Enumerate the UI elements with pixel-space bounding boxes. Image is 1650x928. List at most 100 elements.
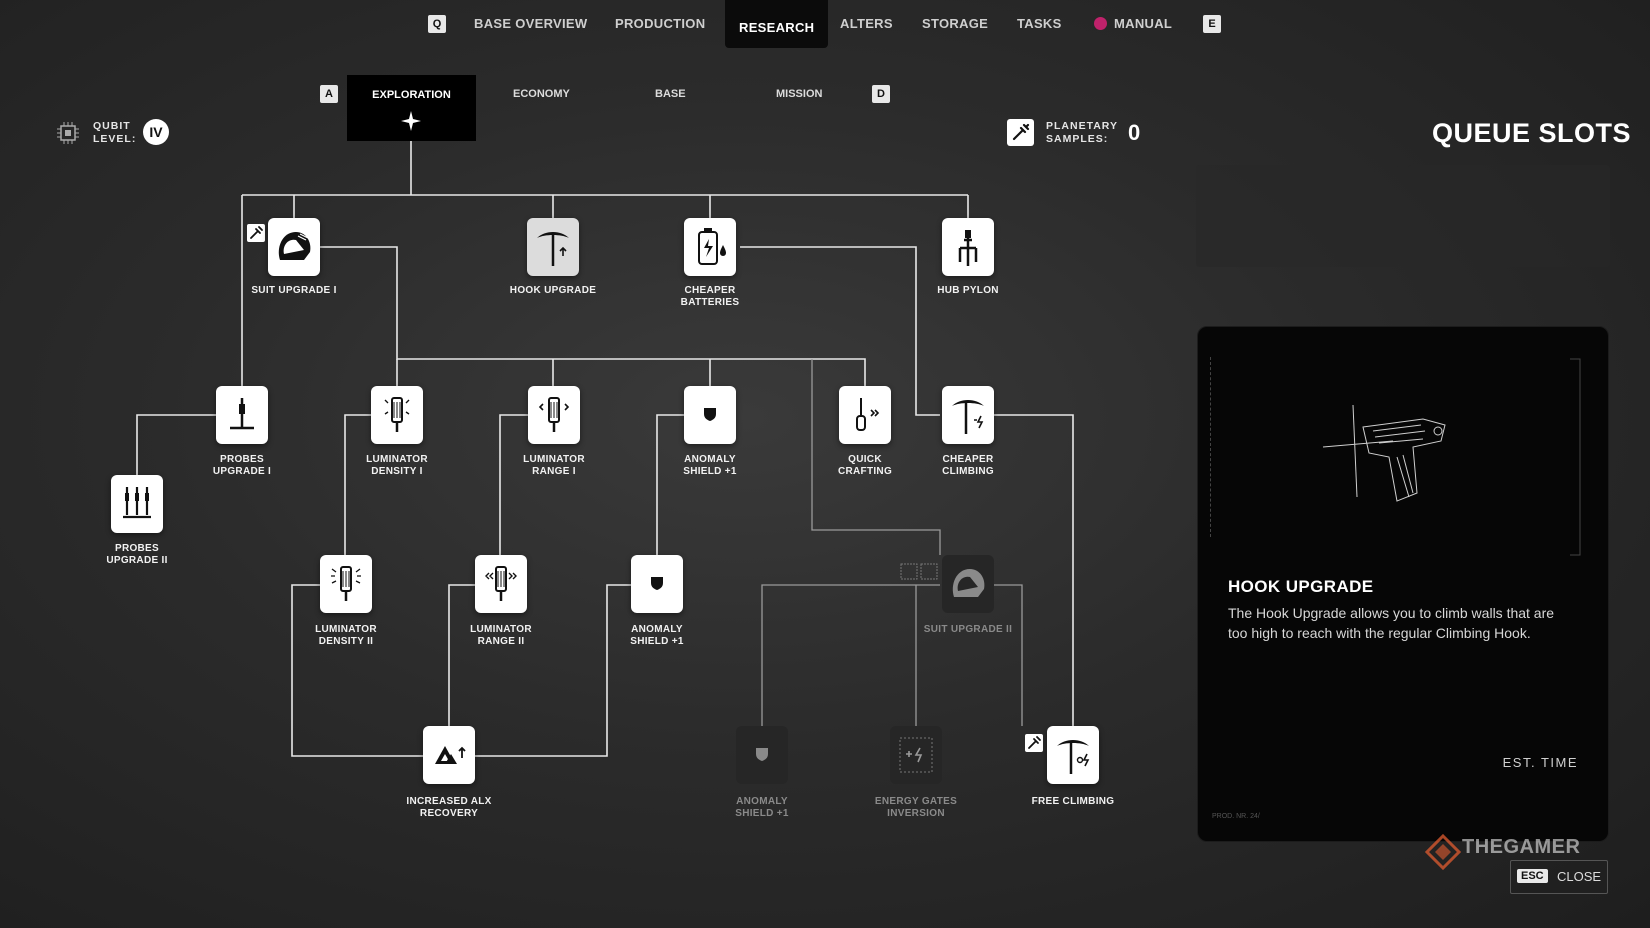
watermark-text: THEGAMER: [1462, 836, 1581, 858]
node-label-line1: ANOMALY: [736, 796, 788, 807]
research-node-hook-upgrade[interactable]: [527, 218, 579, 276]
research-node-quick-crafting[interactable]: [839, 386, 891, 444]
node-label-line2: RANGE I: [532, 466, 576, 477]
node-label-line1: LUMINATOR: [366, 454, 428, 465]
node-label-luminator-range-2: LUMINATOR RANGE II: [436, 624, 566, 648]
node-label-anomaly-shield-2: ANOMALY SHIELD +1: [592, 624, 722, 648]
node-label-cheaper-batteries: CHEAPER BATTERIES: [645, 285, 775, 309]
research-node-anomaly-shield-3[interactable]: [736, 726, 788, 784]
close-button[interactable]: ESC CLOSE: [1510, 860, 1608, 894]
node-label-line1: HUB PYLON: [937, 285, 999, 296]
node-label-line2: CLIMBING: [942, 466, 994, 477]
alx-recovery-icon: [435, 746, 466, 764]
node-label-line2: SHIELD +1: [735, 808, 789, 819]
node-label-line1: CHEAPER: [942, 454, 994, 465]
node-label-line1: CHEAPER: [684, 285, 736, 296]
est-time-label: EST. TIME: [1502, 755, 1578, 770]
node-label-line2: DENSITY II: [318, 636, 374, 647]
node-label-probes-upgrade-2: PROBES UPGRADE II: [72, 543, 202, 567]
research-node-probes-upgrade-1[interactable]: [216, 386, 268, 444]
node-label-suit-upgrade-2: SUIT UPGRADE II: [903, 624, 1033, 636]
node-label-luminator-density-2: LUMINATOR DENSITY II: [281, 624, 411, 648]
panel-bracket-decoration: [1570, 358, 1581, 556]
node-label-free-climbing: FREE CLIMBING: [1008, 796, 1138, 808]
node-label-line2: DENSITY I: [371, 466, 423, 477]
shield-icon: [704, 408, 716, 421]
node-label-increased-alx-recovery: INCREASED ALX RECOVERY: [384, 796, 514, 820]
node-label-line1: LUMINATOR: [315, 624, 377, 635]
node-label-line2: RANGE II: [477, 636, 525, 647]
pylon-icon: [958, 230, 978, 266]
research-node-luminator-range-2[interactable]: [475, 555, 527, 613]
probes-multi-icon: [123, 487, 151, 519]
research-detail-panel: HOOK UPGRADE The Hook Upgrade allows you…: [1197, 326, 1609, 842]
pickaxe-icon: [1057, 740, 1090, 774]
pickaxe-icon: [952, 400, 984, 434]
node-label-probes-upgrade-1: PROBES UPGRADE I: [177, 454, 307, 478]
research-node-luminator-density-1[interactable]: [371, 386, 423, 444]
sample-cost-badge: [1025, 734, 1043, 752]
node-label-line1: LUMINATOR: [470, 624, 532, 635]
node-label-line1: LUMINATOR: [523, 454, 585, 465]
node-label-line2: UPGRADE I: [212, 466, 272, 477]
battery-icon: [698, 228, 726, 265]
detail-title: HOOK UPGRADE: [1228, 577, 1374, 596]
node-label-line2: UPGRADE II: [106, 555, 168, 566]
research-node-cheaper-batteries[interactable]: [684, 218, 736, 276]
shield-icon: [756, 748, 768, 761]
queue-slots-title: QUEUE SLOTS: [1432, 118, 1632, 148]
research-node-probes-upgrade-2[interactable]: [111, 475, 163, 533]
esc-key: ESC: [1517, 869, 1548, 883]
syringe-icon: [250, 226, 263, 239]
node-label-line1: ENERGY GATES: [874, 796, 958, 807]
node-label-line2: BATTERIES: [680, 297, 740, 308]
node-label-cheaper-climbing: CHEAPER CLIMBING: [903, 454, 1033, 478]
research-node-suit-upgrade-1[interactable]: [268, 218, 320, 276]
queue-slot-2[interactable]: [1408, 165, 1610, 267]
research-node-luminator-range-1[interactable]: [528, 386, 580, 444]
detail-description: The Hook Upgrade allows you to climb wal…: [1228, 605, 1555, 641]
close-label: CLOSE: [1557, 869, 1602, 884]
research-node-suit-upgrade-2[interactable]: [942, 555, 994, 613]
node-label-line1: INCREASED ALX: [406, 796, 492, 807]
luminator-icon: [331, 566, 361, 601]
empty-sample-slots-icon: [900, 563, 938, 580]
research-node-hub-pylon[interactable]: [942, 218, 994, 276]
screwdriver-icon: [856, 398, 880, 431]
node-label-luminator-density-1: LUMINATOR DENSITY I: [332, 454, 462, 478]
node-label-luminator-range-1: LUMINATOR RANGE I: [489, 454, 619, 478]
hook-gun-icon: [1322, 404, 1446, 502]
node-label-hook-upgrade: HOOK UPGRADE: [488, 285, 618, 297]
node-label-line1: SUIT UPGRADE II: [923, 624, 1013, 635]
panel-side-decoration: [1210, 357, 1221, 537]
research-node-anomaly-shield-2[interactable]: [631, 555, 683, 613]
node-label-line1: FREE CLIMBING: [1031, 796, 1115, 807]
node-label-energy-gates-inversion: ENERGY GATES INVERSION: [851, 796, 981, 820]
node-label-line2: SHIELD +1: [683, 466, 737, 477]
luminator-icon: [384, 397, 410, 432]
probe-icon: [230, 398, 254, 430]
queue-slot-1[interactable]: [1196, 165, 1398, 267]
thegamer-logo-icon: [1425, 834, 1461, 870]
node-label-line1: ANOMALY: [631, 624, 683, 635]
research-node-anomaly-shield-1[interactable]: [684, 386, 736, 444]
node-label-line1: PROBES: [219, 454, 265, 465]
node-label-line1: SUIT UPGRADE I: [251, 285, 337, 296]
node-label-line1: HOOK UPGRADE: [509, 285, 597, 296]
shield-icon: [651, 577, 663, 590]
research-node-energy-gates-inversion[interactable]: [890, 726, 942, 784]
energy-gate-icon: [899, 737, 933, 773]
node-label-hub-pylon: HUB PYLON: [903, 285, 1033, 297]
research-node-increased-alx-recovery[interactable]: [423, 726, 475, 784]
research-node-cheaper-climbing[interactable]: [942, 386, 994, 444]
node-label-anomaly-shield-1: ANOMALY SHIELD +1: [645, 454, 775, 478]
sample-cost-badge: [247, 224, 265, 242]
research-node-luminator-density-2[interactable]: [320, 555, 372, 613]
research-node-free-climbing[interactable]: [1047, 726, 1099, 784]
node-label-line1: ANOMALY: [684, 454, 736, 465]
node-label-line2: INVERSION: [887, 808, 945, 819]
node-label-anomaly-shield-3: ANOMALY SHIELD +1: [697, 796, 827, 820]
syringe-icon: [1028, 736, 1041, 749]
node-label-line2: SHIELD +1: [630, 636, 684, 647]
prod-number: PROD. NR. 24/: [1212, 813, 1260, 820]
